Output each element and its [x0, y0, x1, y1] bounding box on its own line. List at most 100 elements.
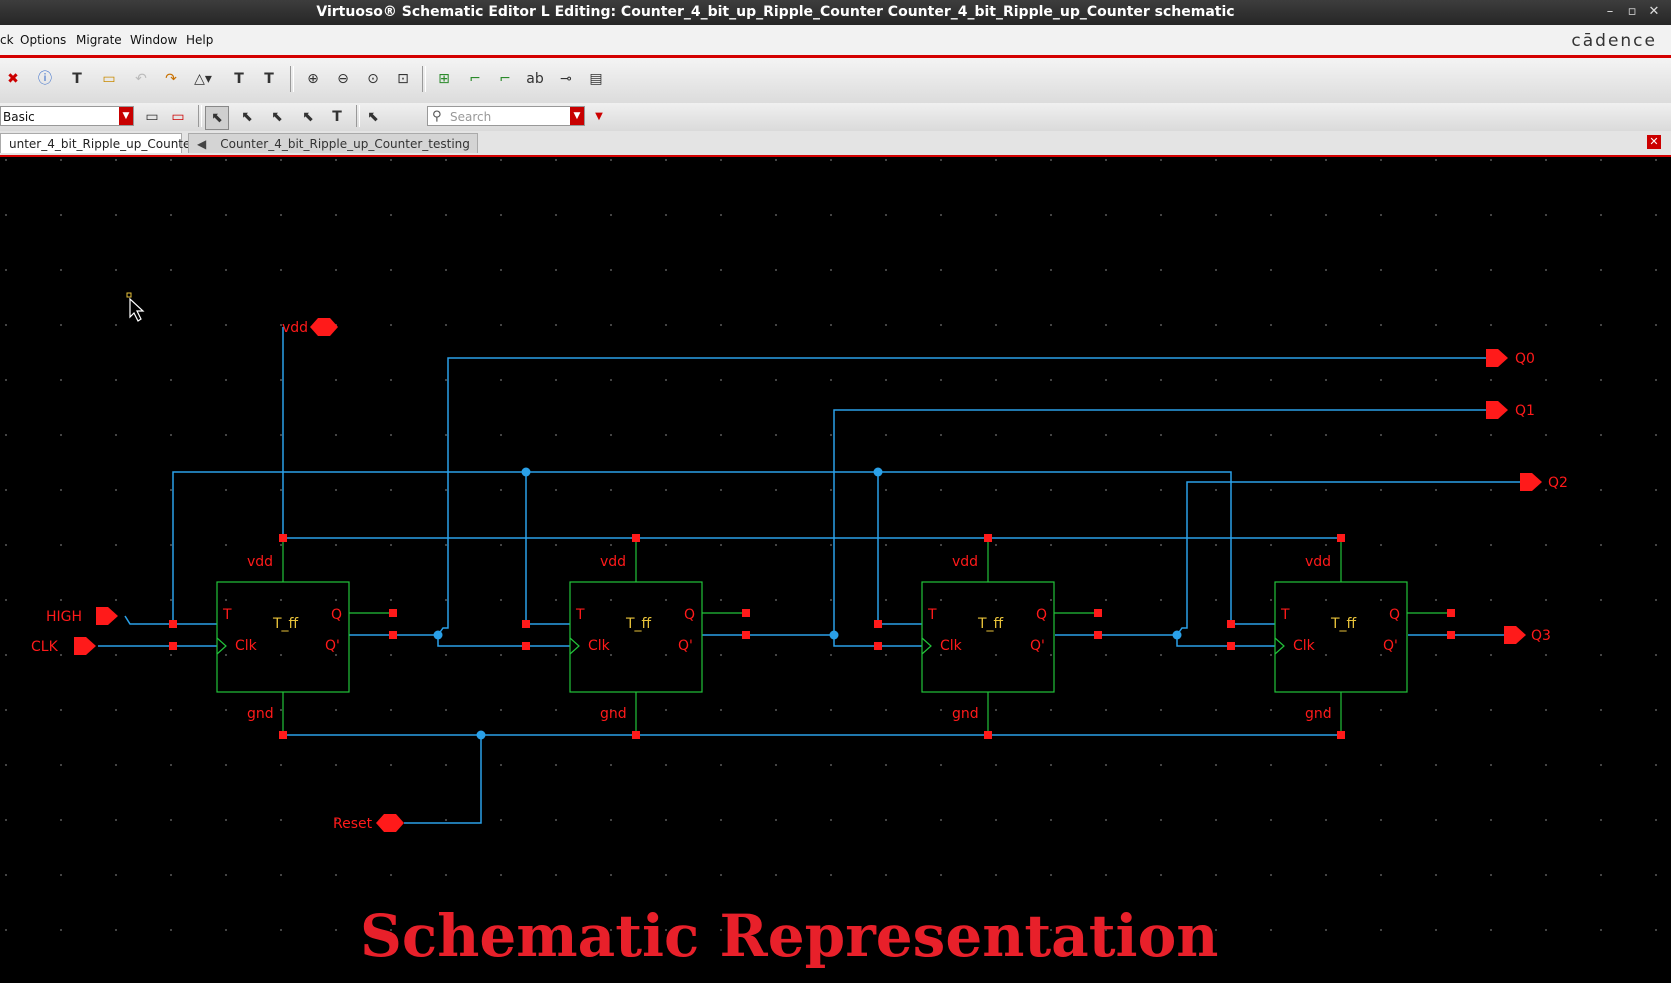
workspace-delete-icon[interactable]: ▭ [167, 106, 189, 128]
add-instance-icon[interactable]: ⊞ [434, 69, 454, 89]
ff1-vdd-pin [279, 534, 287, 542]
zoom-out-icon[interactable]: ⊖ [333, 69, 353, 89]
pin-high-label: HIGH [46, 609, 82, 625]
pin-q0-label: Q0 [1515, 351, 1535, 367]
workspace-select[interactable]: Basic ▼ [0, 106, 134, 126]
menu-bar: ck Options Migrate Window Help cādence [0, 25, 1671, 58]
ff1-vdd-label: vdd [247, 554, 273, 570]
select-area-icon[interactable]: ⬉ [236, 106, 258, 128]
menu-check[interactable]: ck [0, 33, 14, 47]
menu-migrate[interactable]: Migrate [76, 33, 122, 47]
ff2-clk-label: Clk [588, 638, 611, 654]
select-pointer-icon[interactable]: ⬉ [266, 106, 288, 128]
select-filter-icon[interactable]: ⬉ [362, 106, 384, 128]
ff4-gnd-label: gnd [1305, 706, 1332, 722]
shapes-dropdown-icon[interactable]: △▾ [193, 69, 213, 89]
ff2-t-pin [522, 620, 530, 628]
toolbar-separator [356, 105, 360, 127]
ff3-name-label: T_ff [977, 616, 1004, 632]
add-pin-icon[interactable]: ⊸ [556, 69, 576, 89]
tab-bar: unter_4_bit_Ripple_up_Counter ◀ Counter_4… [0, 131, 1671, 157]
chevron-down-icon[interactable]: ▼ [119, 107, 133, 125]
schematic-drawing[interactable]: TClkQQ'T_ffvddgndTClkQQ'T_ffvddgndTClkQQ… [0, 157, 1671, 983]
schematic-tab-icon: ◀ [197, 137, 207, 151]
caption-title: Schematic Representation [360, 902, 1219, 970]
close-window-button[interactable]: ✕ [1645, 3, 1663, 21]
ff4-q-label: Q [1389, 607, 1400, 623]
zoom-fit-icon[interactable]: ⊙ [363, 69, 383, 89]
toolbar-separator [290, 66, 294, 92]
ff4-gnd-pin [1337, 731, 1345, 739]
add-wide-wire-icon[interactable]: ⌐ [495, 69, 515, 89]
ff4-clk-label: Clk [1293, 638, 1316, 654]
menu-options[interactable]: Options [20, 33, 66, 47]
maximize-button[interactable]: ▫ [1623, 3, 1641, 21]
pin-clk-label: CLK [31, 639, 59, 655]
ff3-clk-pin [874, 642, 882, 650]
title-bar: Virtuoso® Schematic Editor L Editing: Co… [0, 0, 1671, 25]
ff3-q-pin [1094, 609, 1102, 617]
ff2-qbar-pin [742, 631, 750, 639]
secondary-toolbar: Basic ▼ ▭ ▭ ⬉ ⬉ ⬉ ⬉ T ⬉ ⚲ Search ▼ ▼ [0, 103, 1671, 132]
ff1-t-label: T [222, 607, 232, 623]
workspace-save-icon[interactable]: ▭ [141, 106, 163, 128]
junction-ff2-qbar [829, 630, 839, 640]
add-wire-icon[interactable]: ⌐ [465, 69, 485, 89]
pin-q3-label: Q3 [1531, 628, 1551, 644]
ff1-gnd-pin [279, 731, 287, 739]
ff3-qbar-pin [1094, 631, 1102, 639]
ff2-name-label: T_ff [625, 616, 652, 632]
junction-ff3-qbar [1172, 630, 1182, 640]
ff4-qbar-label: Q' [1383, 638, 1398, 654]
ff4-name-label: T_ff [1330, 616, 1357, 632]
ff2-q-pin [742, 609, 750, 617]
text-down-icon[interactable]: T [259, 69, 279, 89]
text-up-icon[interactable]: T [229, 69, 249, 89]
check-save-icon[interactable]: ▤ [586, 69, 606, 89]
ff4-q-pin [1447, 609, 1455, 617]
ff1-qbar-pin [389, 631, 397, 639]
search-icon: ⚲ [432, 109, 442, 124]
ff2-vdd-label: vdd [600, 554, 626, 570]
menu-window[interactable]: Window [130, 33, 177, 47]
ff2-qbar-label: Q' [678, 638, 693, 654]
redo-icon[interactable]: ↷ [161, 69, 181, 89]
ff2-q-label: Q [684, 607, 695, 623]
select-text-icon[interactable]: T [326, 106, 348, 128]
main-toolbar: ✖ ⓘ T ▭ ↶ ↷ △▾ T T ⊕ ⊖ ⊙ ⊡ ⊞ ⌐ ⌐ ab ⊸ ▤ [0, 58, 1671, 103]
ff3-vdd-pin [984, 534, 992, 542]
select-object-icon[interactable]: ⬉ [297, 106, 319, 128]
minimize-button[interactable]: – [1601, 3, 1619, 21]
junction-t-ff2 [521, 467, 531, 477]
pin-vdd-label: vdd [282, 320, 308, 336]
search-options-icon[interactable]: ▼ [588, 106, 610, 128]
zoom-in-icon[interactable]: ⊕ [303, 69, 323, 89]
ff3-clk-label: Clk [940, 638, 963, 654]
schematic-canvas[interactable]: T Clk Q Q' T_ff vdd gnd T Clk Q Q' T_ff vdd gnd T Clk Q Q… [0, 157, 1671, 983]
add-label-icon[interactable]: ab [525, 69, 545, 89]
tab-schematic[interactable]: unter_4_bit_Ripple_up_Counter [0, 133, 195, 153]
ff3-t-pin [874, 620, 882, 628]
notes-icon[interactable]: ▭ [99, 69, 119, 89]
zoom-area-icon[interactable]: ⊡ [393, 69, 413, 89]
pin-q1-label: Q1 [1515, 403, 1535, 419]
chevron-down-icon[interactable]: ▼ [570, 107, 584, 125]
search-input[interactable]: ⚲ Search ▼ [427, 106, 585, 126]
cancel-command-icon[interactable]: ✖ [3, 69, 23, 89]
ff4-clk-pin [1227, 642, 1235, 650]
select-mode-icon[interactable]: ⬉ [205, 106, 229, 130]
tab-testing[interactable]: ◀ Counter_4_bit_Ripple_up_Counter_testing [188, 133, 478, 153]
toolbar-separator [422, 66, 426, 92]
ff2-clk-pin [522, 642, 530, 650]
workspace-value: Basic [3, 110, 35, 124]
search-placeholder: Search [450, 110, 492, 124]
ff1-clk-pin [169, 642, 177, 650]
ff1-q-label: Q [331, 607, 342, 623]
menu-help[interactable]: Help [186, 33, 213, 47]
window-title: Virtuoso® Schematic Editor L Editing: Co… [316, 4, 1235, 20]
edit-properties-icon[interactable]: T [67, 69, 87, 89]
ff3-t-label: T [927, 607, 937, 623]
info-icon[interactable]: ⓘ [35, 69, 55, 89]
undo-icon[interactable]: ↶ [131, 69, 151, 89]
close-tab-icon[interactable]: ✕ [1647, 135, 1661, 149]
